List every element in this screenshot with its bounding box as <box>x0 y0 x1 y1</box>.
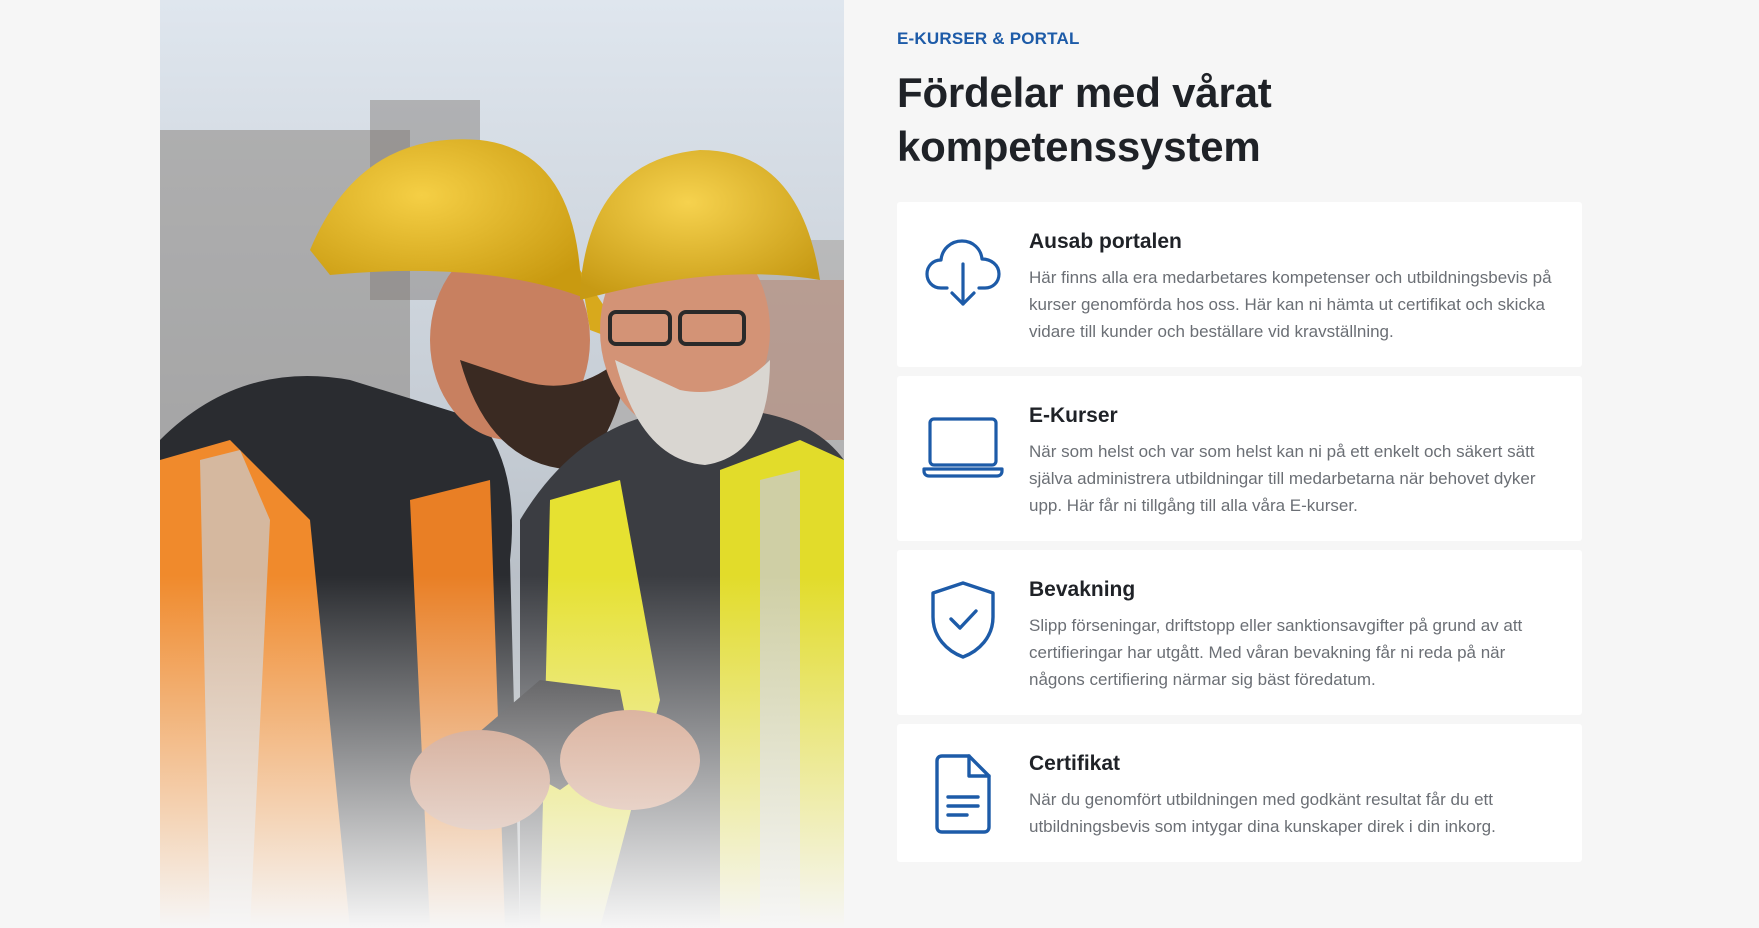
shield-check-icon <box>921 578 1005 662</box>
section-eyebrow: E-KURSER & PORTAL <box>897 29 1080 48</box>
hero-photo <box>160 0 844 928</box>
feature-description: Slipp förseningar, driftstopp eller sank… <box>1029 616 1523 689</box>
feature-card-certifikat: Certifikat När du genomfört utbildningen… <box>897 724 1582 862</box>
feature-description: När du genomfört utbildningen med godkän… <box>1029 790 1496 836</box>
feature-description: När som helst och var som helst kan ni p… <box>1029 442 1536 515</box>
workers-photo-illustration <box>160 0 844 928</box>
feature-description: Här finns alla era medarbetares kompeten… <box>1029 268 1552 341</box>
feature-title: E-Kurser <box>1029 404 1118 427</box>
cloud-download-icon <box>921 230 1005 314</box>
feature-card-bevakning: Bevakning Slipp förseningar, driftstopp … <box>897 550 1582 715</box>
feature-card-ekurser: E-Kurser När som helst och var som helst… <box>897 376 1582 541</box>
laptop-icon <box>921 404 1005 488</box>
features-section: E-KURSER & PORTAL Fördelar med vårat kom… <box>897 28 1582 871</box>
document-icon <box>921 752 1005 836</box>
feature-title: Bevakning <box>1029 578 1136 601</box>
feature-list: Ausab portalen Här finns alla era medarb… <box>897 202 1582 862</box>
feature-title: Certifikat <box>1029 752 1121 775</box>
section-heading: Fördelar med vårat kompetenssystem <box>897 69 1272 170</box>
feature-title: Ausab portalen <box>1029 230 1182 253</box>
feature-card-portal: Ausab portalen Här finns alla era medarb… <box>897 202 1582 367</box>
